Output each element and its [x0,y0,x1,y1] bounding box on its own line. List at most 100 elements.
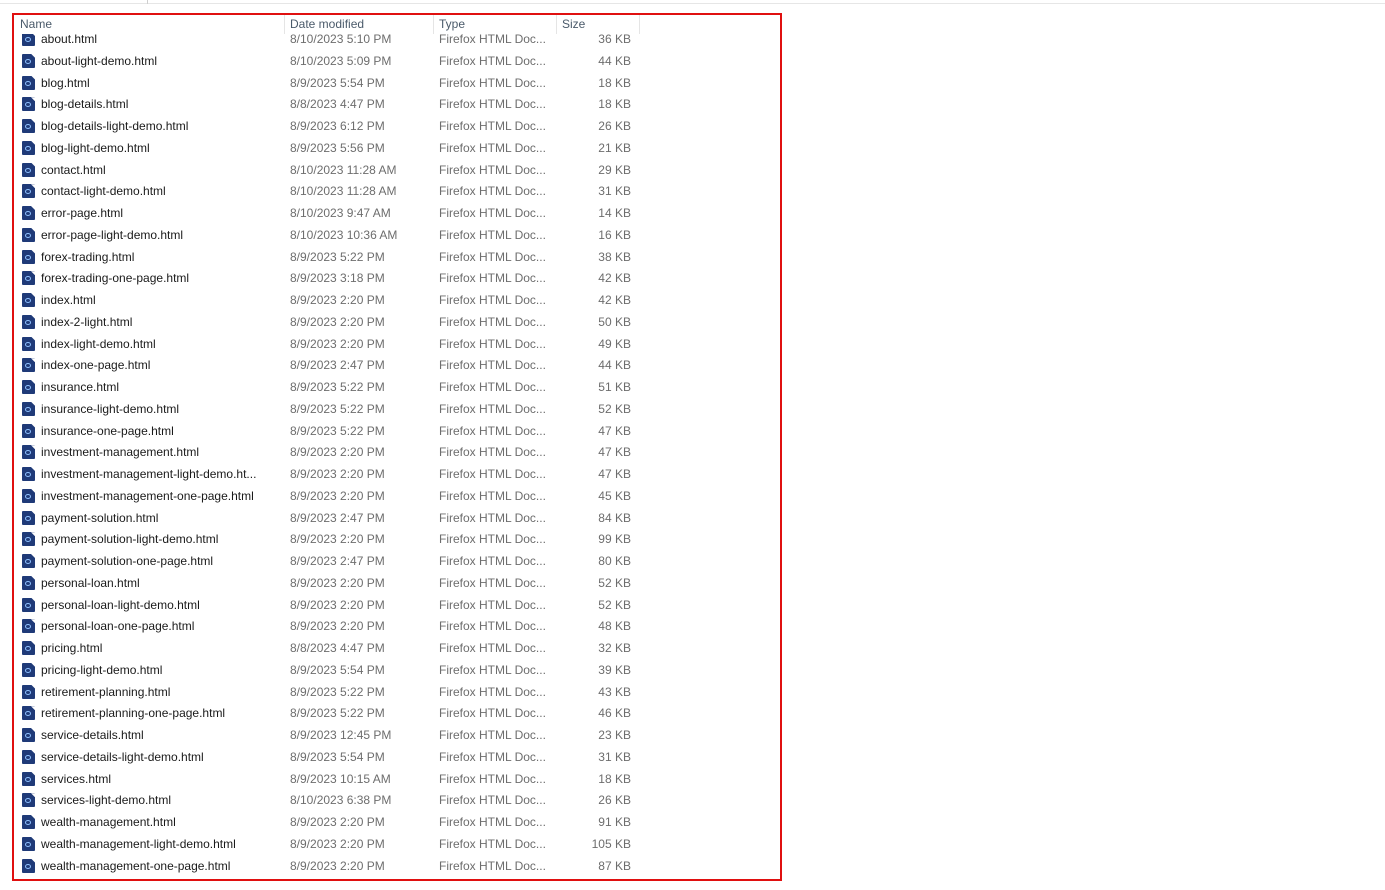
file-row[interactable]: blog.html 8/9/2023 5:54 PM Firefox HTML Do… [14,72,640,94]
file-row[interactable]: index.html 8/9/2023 2:20 PM Firefox HTML D… [14,289,640,311]
top-tick [147,0,148,4]
file-size: 45 KB [598,488,631,503]
file-name: wealth-management-light-demo.html [41,836,236,851]
file-date-modified: 8/9/2023 2:20 PM [290,532,385,547]
file-row[interactable]: personal-loan-one-page.html 8/9/2023 2:20… [14,615,640,637]
firefox-html-file-icon [22,662,35,677]
firefox-html-file-icon [22,510,35,525]
file-row[interactable]: pricing.html 8/8/2023 4:47 PM Firefox HTML… [14,637,640,659]
column-header-size[interactable]: Size [556,15,639,34]
file-date-modified: 8/9/2023 2:20 PM [290,858,385,873]
column-header-name[interactable]: Name [14,15,284,34]
firefox-html-file-icon [22,488,35,503]
file-type: Firefox HTML Doc... [439,467,546,481]
file-row[interactable]: payment-solution.html 8/9/2023 2:47 PM Fir… [14,507,640,529]
file-date-modified: 8/9/2023 2:20 PM [290,336,385,351]
file-row[interactable]: wealth-management-one-page.html 8/9/2023 … [14,855,640,877]
file-type: Firefox HTML Doc... [439,575,546,590]
firefox-html-file-icon [22,227,35,242]
firefox-html-file-icon [22,97,35,112]
file-name: personal-loan-one-page.html [41,619,195,634]
file-name: investment-management-light-demo.ht... [41,467,257,481]
file-row[interactable]: service-details.html 8/9/2023 12:45 PM Fir… [14,724,640,746]
file-row[interactable]: wealth-management.html 8/9/2023 2:20 PM Fi… [14,811,640,833]
file-row[interactable]: retirement-planning-one-page.html 8/9/202… [14,702,640,724]
firefox-html-file-icon [22,793,35,808]
file-row[interactable]: investment-management-one-page.html 8/9/2… [14,485,640,507]
file-type: Firefox HTML Doc... [439,662,546,677]
file-row[interactable]: retirement-planning.html 8/9/2023 5:22 PM… [14,681,640,703]
column-header: Name Date modified Type Size [14,15,640,34]
file-date-modified: 8/9/2023 5:54 PM [290,75,385,90]
file-row[interactable]: services-light-demo.html 8/10/2023 6:38 P… [14,789,640,811]
file-size: 16 KB [598,227,631,242]
file-date-modified: 8/9/2023 2:47 PM [290,554,385,568]
column-header-type[interactable]: Type [433,15,556,34]
file-row[interactable]: error-page-light-demo.html 8/10/2023 10:3… [14,224,640,246]
file-row[interactable]: insurance-light-demo.html 8/9/2023 5:22 P… [14,398,640,420]
file-row[interactable]: blog-light-demo.html 8/9/2023 5:56 PM Fire… [14,137,640,159]
file-name: blog.html [41,75,90,90]
file-row[interactable]: pricing-light-demo.html 8/9/2023 5:54 PM F… [14,659,640,681]
column-header-date[interactable]: Date modified [284,15,433,34]
file-type: Firefox HTML Doc... [439,597,546,612]
file-size: 23 KB [598,728,631,742]
firefox-html-file-icon [22,401,35,416]
file-date-modified: 8/9/2023 2:20 PM [290,619,385,634]
file-size: 46 KB [598,706,631,721]
file-date-modified: 8/9/2023 2:47 PM [290,358,385,373]
file-size: 43 KB [598,684,631,699]
file-name: index-2-light.html [41,314,133,329]
firefox-html-file-icon [22,684,35,699]
file-row[interactable]: index-light-demo.html 8/9/2023 2:20 PM Fir… [14,333,640,355]
file-row[interactable]: investment-management-light-demo.ht... 8/… [14,463,640,485]
file-type: Firefox HTML Doc... [439,75,546,90]
file-date-modified: 8/10/2023 9:47 AM [290,206,391,220]
firefox-html-file-icon [22,336,35,351]
file-row[interactable]: contact-light-demo.html 8/10/2023 11:28 A… [14,180,640,202]
file-type: Firefox HTML Doc... [439,619,546,634]
file-row[interactable]: services.html 8/9/2023 10:15 AM Firefox HT… [14,768,640,790]
file-row[interactable]: investment-management.html 8/9/2023 2:20 … [14,441,640,463]
file-row[interactable]: payment-solution-one-page.html 8/9/2023 2… [14,550,640,572]
file-row[interactable]: about-light-demo.html 8/10/2023 5:09 PM Fi… [14,50,640,72]
file-type: Firefox HTML Doc... [439,380,546,394]
file-row[interactable]: contact.html 8/10/2023 11:28 AM Firefox HT… [14,159,640,181]
file-size: 48 KB [598,619,631,634]
file-type: Firefox HTML Doc... [439,771,546,786]
file-row[interactable]: index-one-page.html 8/9/2023 2:47 PM Firef… [14,354,640,376]
firefox-html-file-icon [22,358,35,373]
file-row[interactable]: blog-details.html 8/8/2023 4:47 PM Firefox… [14,93,640,115]
file-row[interactable]: forex-trading-one-page.html 8/9/2023 3:18… [14,267,640,289]
file-name: index-one-page.html [41,358,151,373]
firefox-html-file-icon [22,75,35,90]
file-row[interactable]: blog-details-light-demo.html 8/9/2023 6:1… [14,115,640,137]
file-row[interactable]: personal-loan-light-demo.html 8/9/2023 2:… [14,594,640,616]
firefox-html-file-icon [22,554,35,568]
file-size: 51 KB [598,380,631,394]
file-size: 38 KB [598,249,631,264]
file-type: Firefox HTML Doc... [439,184,546,199]
firefox-html-file-icon [22,119,35,133]
file-row[interactable]: forex-trading.html 8/9/2023 5:22 PM Firefo… [14,246,640,268]
file-date-modified: 8/9/2023 5:22 PM [290,684,385,699]
file-row[interactable]: insurance.html 8/9/2023 5:22 PM Firefox HT… [14,376,640,398]
file-row[interactable]: personal-loan.html 8/9/2023 2:20 PM Firefo… [14,572,640,594]
file-date-modified: 8/9/2023 2:20 PM [290,314,385,329]
file-size: 18 KB [598,75,631,90]
file-name: payment-solution.html [41,510,159,525]
file-size: 14 KB [598,206,631,220]
file-date-modified: 8/9/2023 2:20 PM [290,488,385,503]
file-row[interactable]: error-page.html 8/10/2023 9:47 AM Firefox … [14,202,640,224]
firefox-html-file-icon [22,140,35,155]
file-row[interactable]: service-details-light-demo.html 8/9/2023 … [14,746,640,768]
file-row[interactable]: payment-solution-light-demo.html 8/9/2023… [14,528,640,550]
firefox-html-file-icon [22,53,35,68]
file-row[interactable]: index-2-light.html 8/9/2023 2:20 PM Firefo… [14,311,640,333]
firefox-html-file-icon [22,423,35,438]
file-row[interactable]: wealth-management-light-demo.html 8/9/202… [14,833,640,855]
column-divider[interactable] [639,15,640,34]
file-size: 44 KB [598,358,631,373]
file-name: index.html [41,293,96,307]
file-row[interactable]: insurance-one-page.html 8/9/2023 5:22 PM F… [14,420,640,442]
